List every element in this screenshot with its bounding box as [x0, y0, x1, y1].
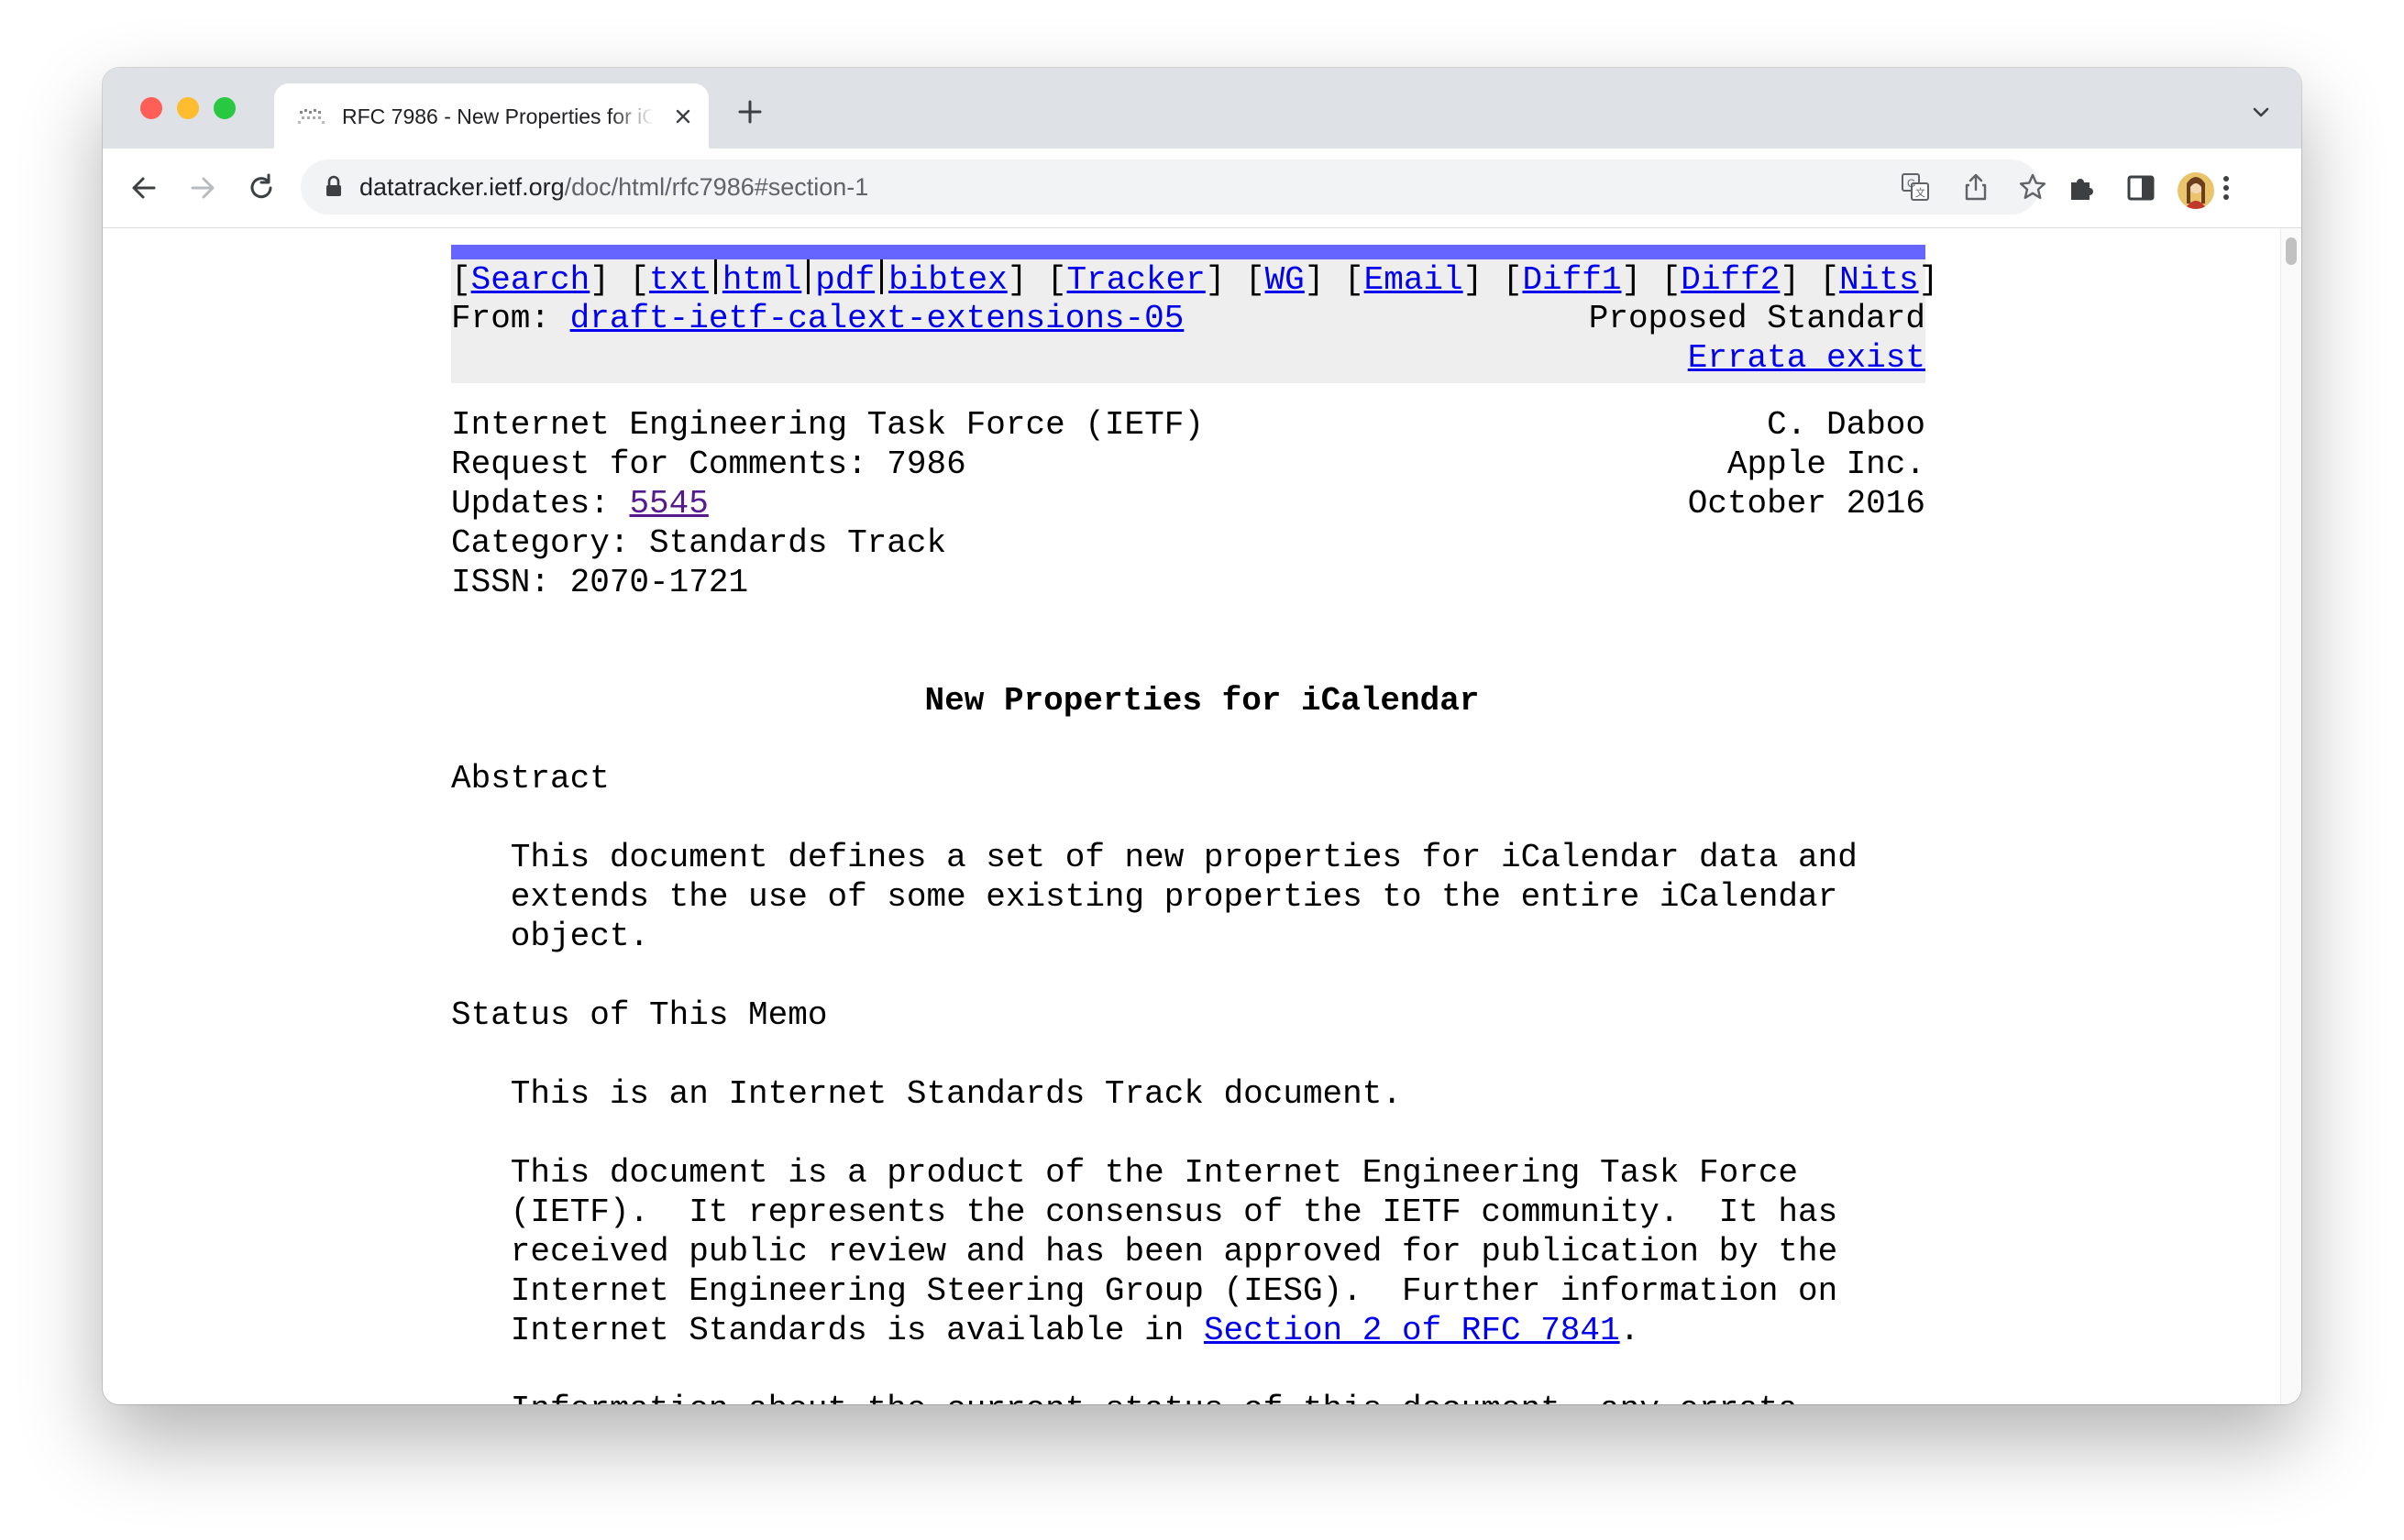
svg-text:文: 文	[1915, 186, 1925, 199]
metadata-bar: [Search] [txt html pdf bibtex] [Tracker] [W…	[451, 259, 1938, 383]
side-panel-icon[interactable]	[2123, 170, 2158, 205]
svg-text:G: G	[1907, 177, 1915, 190]
back-arrow-icon[interactable]	[127, 170, 161, 205]
chevron-down-icon[interactable]	[2249, 101, 2273, 125]
document-title: New Properties for iCalendar	[924, 682, 1480, 720]
profile-avatar[interactable]	[2178, 172, 2214, 209]
scroll-thumb[interactable]	[2286, 237, 2297, 265]
status-text-line: Internet Standards is available in Secti…	[451, 1312, 1640, 1349]
pdf-link[interactable]: pdf	[815, 261, 875, 299]
diff1-link[interactable]: Diff1	[1522, 261, 1621, 299]
status-text-line: (IETF). It represents the consensus of t…	[451, 1194, 1838, 1231]
separator	[880, 259, 884, 294]
status-text-line: This is an Internet Standards Track docu…	[451, 1075, 1402, 1113]
profile-photo-icon	[2178, 172, 2214, 209]
header-row: Internet Engineering Task Force (IETF) C.…	[451, 405, 1925, 445]
tab-active[interactable]: RFC 7986 - New Properties for iCalendar	[274, 83, 709, 148]
reload-icon[interactable]	[244, 170, 279, 205]
draft-link[interactable]: draft-ietf-calext-extensions-05	[570, 300, 1185, 337]
updates-line: Updates: 5545	[451, 485, 709, 522]
extensions-puzzle-icon[interactable]	[2064, 170, 2099, 205]
author-name: C. Daboo	[1767, 406, 1925, 444]
share-icon[interactable]	[1960, 171, 1991, 203]
publish-date: October 2016	[1687, 485, 1925, 522]
close-tab-icon[interactable]	[670, 104, 696, 129]
status-text-line: Information about the current status of …	[451, 1390, 1818, 1404]
header-color-bar	[451, 245, 1925, 259]
lock-icon[interactable]	[323, 174, 345, 200]
separator	[713, 259, 717, 294]
rfc7841-section-link[interactable]: Section 2 of RFC 7841	[1204, 1312, 1620, 1349]
close-window-button[interactable]	[140, 97, 162, 119]
url-text: datatracker.ietf.org/doc/html/rfc7986#se…	[359, 173, 869, 201]
category-line: Category: Standards Track	[451, 524, 947, 562]
status-label: Proposed Standard	[1588, 300, 1925, 337]
bibtex-link[interactable]: bibtex	[888, 261, 1008, 299]
txt-link[interactable]: txt	[649, 261, 709, 299]
maximize-window-button[interactable]	[214, 97, 236, 119]
header-row: ISSN: 2070-1721	[451, 563, 1925, 602]
header-row: Category: Standards Track	[451, 523, 1925, 563]
ietf-favicon-icon	[298, 109, 325, 124]
bookmark-star-icon[interactable]	[2017, 171, 2048, 203]
new-tab-icon[interactable]	[735, 97, 765, 126]
tracker-link[interactable]: Tracker	[1067, 261, 1206, 299]
tab-strip: RFC 7986 - New Properties for iCalendar	[103, 68, 2301, 148]
status-text-line: received public review and has been appr…	[451, 1233, 1838, 1270]
page-viewport: [Search] [txt html pdf bibtex] [Tracker] [W…	[103, 228, 2301, 1404]
abstract-text-line: extends the use of some existing propert…	[451, 878, 1838, 916]
status-text-line: This document is a product of the Intern…	[451, 1154, 1799, 1192]
separator	[807, 259, 811, 294]
address-bar[interactable]: datatracker.ietf.org/doc/html/rfc7986#se…	[301, 160, 2046, 214]
status-text-line: Internet Engineering Steering Group (IES…	[451, 1272, 1838, 1310]
doc-nav-links: [Search] [txt html pdf bibtex] [Tracker] [W…	[451, 259, 1939, 299]
author-org: Apple Inc.	[1726, 446, 1925, 483]
from-line: From: draft-ietf-calext-extensions-05	[451, 300, 1185, 337]
rfc-document: [Search] [txt html pdf bibtex] [Tracker] [W…	[451, 245, 1938, 1404]
rfc-number-line: Request for Comments: 7986	[451, 446, 966, 483]
rfc-body: Internet Engineering Task Force (IETF) C.…	[451, 405, 1936, 1404]
vertical-scrollbar[interactable]	[2280, 228, 2301, 1404]
abstract-text-line: object.	[451, 918, 650, 955]
translate-icon[interactable]: G 文	[1900, 171, 1931, 203]
diff2-link[interactable]: Diff2	[1681, 261, 1780, 299]
header-row: Updates: 5545 October 2016	[451, 484, 1925, 523]
header-row: Request for Comments: 7986 Apple Inc.	[451, 445, 1925, 484]
minimize-window-button[interactable]	[177, 97, 199, 119]
abstract-heading: Abstract	[451, 760, 610, 798]
email-link[interactable]: Email	[1364, 261, 1463, 299]
forward-arrow-icon[interactable]	[185, 170, 220, 205]
search-link[interactable]: Search	[471, 261, 590, 299]
abstract-text-line: This document defines a set of new prope…	[451, 839, 1858, 876]
toolbar: datatracker.ietf.org/doc/html/rfc7986#se…	[103, 148, 2301, 228]
nits-link[interactable]: Nits	[1839, 261, 1918, 299]
status-memo-heading: Status of This Memo	[451, 996, 828, 1034]
tab-title: RFC 7986 - New Properties for iCalendar	[342, 104, 654, 128]
issn-line: ISSN: 2070-1721	[451, 564, 749, 601]
kebab-menu-icon[interactable]	[2217, 170, 2235, 205]
html-link[interactable]: html	[722, 261, 801, 299]
browser-window: RFC 7986 - New Properties for iCalendar	[103, 68, 2301, 1404]
rfc5545-link[interactable]: 5545	[629, 485, 708, 522]
errata-link[interactable]: Errata exist	[1688, 339, 1925, 377]
org-line: Internet Engineering Task Force (IETF)	[451, 406, 1204, 444]
wg-link[interactable]: WG	[1265, 261, 1305, 299]
